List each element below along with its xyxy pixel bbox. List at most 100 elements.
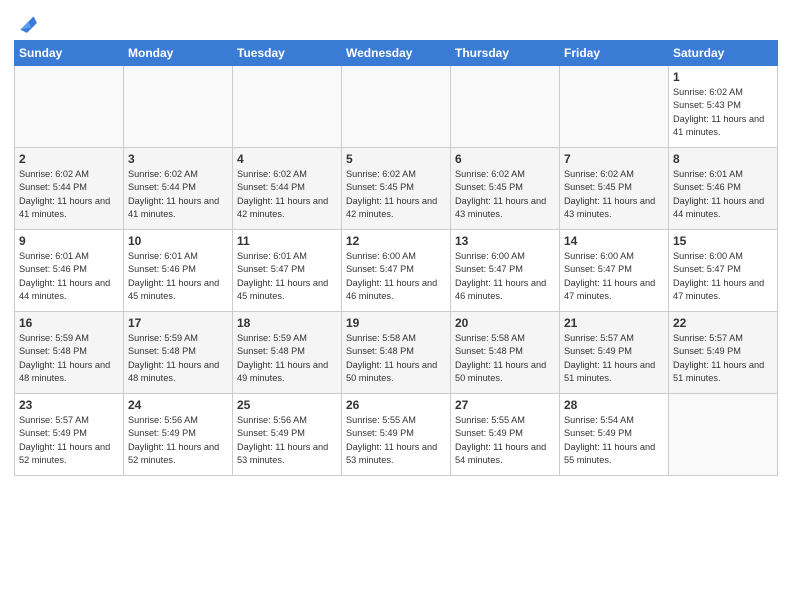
day-info: Sunrise: 6:02 AM Sunset: 5:44 PM Dayligh… xyxy=(19,168,119,221)
calendar-cell xyxy=(124,66,233,148)
weekday-header-thursday: Thursday xyxy=(451,41,560,66)
day-number: 22 xyxy=(673,316,773,330)
calendar-cell: 12 Sunrise: 6:00 AM Sunset: 5:47 PM Dayli… xyxy=(342,230,451,312)
calendar-week-row: 16 Sunrise: 5:59 AM Sunset: 5:48 PM Dayli… xyxy=(15,312,778,394)
calendar-cell: 4 Sunrise: 6:02 AM Sunset: 5:44 PM Daylig… xyxy=(233,148,342,230)
day-number: 26 xyxy=(346,398,446,412)
day-number: 4 xyxy=(237,152,337,166)
calendar-cell: 14 Sunrise: 6:00 AM Sunset: 5:47 PM Dayli… xyxy=(560,230,669,312)
day-info: Sunrise: 5:56 AM Sunset: 5:49 PM Dayligh… xyxy=(237,414,337,467)
day-info: Sunrise: 6:00 AM Sunset: 5:47 PM Dayligh… xyxy=(346,250,446,303)
day-info: Sunrise: 6:01 AM Sunset: 5:46 PM Dayligh… xyxy=(128,250,228,303)
calendar-cell xyxy=(233,66,342,148)
day-number: 28 xyxy=(564,398,664,412)
calendar-cell: 28 Sunrise: 5:54 AM Sunset: 5:49 PM Dayli… xyxy=(560,394,669,476)
calendar-cell xyxy=(342,66,451,148)
day-info: Sunrise: 6:01 AM Sunset: 5:46 PM Dayligh… xyxy=(673,168,773,221)
calendar-cell: 23 Sunrise: 5:57 AM Sunset: 5:49 PM Dayli… xyxy=(15,394,124,476)
weekday-header-saturday: Saturday xyxy=(669,41,778,66)
day-number: 20 xyxy=(455,316,555,330)
calendar-cell: 18 Sunrise: 5:59 AM Sunset: 5:48 PM Dayli… xyxy=(233,312,342,394)
calendar-week-row: 1 Sunrise: 6:02 AM Sunset: 5:43 PM Daylig… xyxy=(15,66,778,148)
calendar-cell: 16 Sunrise: 5:59 AM Sunset: 5:48 PM Dayli… xyxy=(15,312,124,394)
day-info: Sunrise: 6:02 AM Sunset: 5:43 PM Dayligh… xyxy=(673,86,773,139)
day-info: Sunrise: 6:01 AM Sunset: 5:47 PM Dayligh… xyxy=(237,250,337,303)
calendar-cell xyxy=(560,66,669,148)
day-number: 1 xyxy=(673,70,773,84)
calendar-cell xyxy=(669,394,778,476)
day-number: 16 xyxy=(19,316,119,330)
day-info: Sunrise: 6:02 AM Sunset: 5:44 PM Dayligh… xyxy=(128,168,228,221)
day-info: Sunrise: 5:59 AM Sunset: 5:48 PM Dayligh… xyxy=(19,332,119,385)
day-info: Sunrise: 5:54 AM Sunset: 5:49 PM Dayligh… xyxy=(564,414,664,467)
day-info: Sunrise: 6:02 AM Sunset: 5:44 PM Dayligh… xyxy=(237,168,337,221)
day-info: Sunrise: 5:59 AM Sunset: 5:48 PM Dayligh… xyxy=(237,332,337,385)
header xyxy=(14,10,778,34)
calendar-cell: 21Sunrise: 5:57 AM Sunset: 5:49 PM Dayli… xyxy=(560,312,669,394)
day-number: 6 xyxy=(455,152,555,166)
calendar-cell: 6 Sunrise: 6:02 AM Sunset: 5:45 PM Daylig… xyxy=(451,148,560,230)
day-number: 24 xyxy=(128,398,228,412)
calendar-cell: 7 Sunrise: 6:02 AM Sunset: 5:45 PM Daylig… xyxy=(560,148,669,230)
day-info: Sunrise: 5:57 AM Sunset: 5:49 PM Dayligh… xyxy=(19,414,119,467)
calendar-table: SundayMondayTuesdayWednesdayThursdayFrid… xyxy=(14,40,778,476)
calendar-week-row: 23 Sunrise: 5:57 AM Sunset: 5:49 PM Dayli… xyxy=(15,394,778,476)
calendar-cell: 8 Sunrise: 6:01 AM Sunset: 5:46 PM Daylig… xyxy=(669,148,778,230)
day-number: 25 xyxy=(237,398,337,412)
calendar-week-row: 9 Sunrise: 6:01 AM Sunset: 5:46 PM Daylig… xyxy=(15,230,778,312)
calendar-cell: 5 Sunrise: 6:02 AM Sunset: 5:45 PM Daylig… xyxy=(342,148,451,230)
day-number: 27 xyxy=(455,398,555,412)
calendar-cell: 1 Sunrise: 6:02 AM Sunset: 5:43 PM Daylig… xyxy=(669,66,778,148)
calendar-cell: 26 Sunrise: 5:55 AM Sunset: 5:49 PM Dayli… xyxy=(342,394,451,476)
calendar-cell: 22 Sunrise: 5:57 AM Sunset: 5:49 PM Dayli… xyxy=(669,312,778,394)
day-info: Sunrise: 5:55 AM Sunset: 5:49 PM Dayligh… xyxy=(455,414,555,467)
day-info: Sunrise: 6:00 AM Sunset: 5:47 PM Dayligh… xyxy=(455,250,555,303)
logo-icon xyxy=(16,12,38,34)
calendar-cell: 11Sunrise: 6:01 AM Sunset: 5:47 PM Dayli… xyxy=(233,230,342,312)
day-info: Sunrise: 6:00 AM Sunset: 5:47 PM Dayligh… xyxy=(673,250,773,303)
calendar-cell: 15 Sunrise: 6:00 AM Sunset: 5:47 PM Dayli… xyxy=(669,230,778,312)
day-number: 17 xyxy=(128,316,228,330)
day-number: 5 xyxy=(346,152,446,166)
day-number: 23 xyxy=(19,398,119,412)
weekday-header-tuesday: Tuesday xyxy=(233,41,342,66)
day-number: 13 xyxy=(455,234,555,248)
weekday-header-wednesday: Wednesday xyxy=(342,41,451,66)
weekday-header-monday: Monday xyxy=(124,41,233,66)
day-number: 14 xyxy=(564,234,664,248)
day-info: Sunrise: 5:57 AM Sunset: 5:49 PM Dayligh… xyxy=(673,332,773,385)
day-info: Sunrise: 6:02 AM Sunset: 5:45 PM Dayligh… xyxy=(346,168,446,221)
calendar-cell: 9Sunrise: 6:01 AM Sunset: 5:46 PM Daylig… xyxy=(15,230,124,312)
day-info: Sunrise: 6:02 AM Sunset: 5:45 PM Dayligh… xyxy=(564,168,664,221)
day-info: Sunrise: 6:02 AM Sunset: 5:45 PM Dayligh… xyxy=(455,168,555,221)
weekday-header-sunday: Sunday xyxy=(15,41,124,66)
day-info: Sunrise: 5:58 AM Sunset: 5:48 PM Dayligh… xyxy=(455,332,555,385)
calendar-cell: 13 Sunrise: 6:00 AM Sunset: 5:47 PM Dayli… xyxy=(451,230,560,312)
calendar-cell: 27 Sunrise: 5:55 AM Sunset: 5:49 PM Dayli… xyxy=(451,394,560,476)
day-info: Sunrise: 5:55 AM Sunset: 5:49 PM Dayligh… xyxy=(346,414,446,467)
day-number: 19 xyxy=(346,316,446,330)
day-number: 8 xyxy=(673,152,773,166)
day-number: 15 xyxy=(673,234,773,248)
day-number: 21 xyxy=(564,316,664,330)
calendar-cell: 24Sunrise: 5:56 AM Sunset: 5:49 PM Dayli… xyxy=(124,394,233,476)
day-info: Sunrise: 5:58 AM Sunset: 5:48 PM Dayligh… xyxy=(346,332,446,385)
calendar-cell: 3 Sunrise: 6:02 AM Sunset: 5:44 PM Daylig… xyxy=(124,148,233,230)
calendar-cell: 20 Sunrise: 5:58 AM Sunset: 5:48 PM Dayli… xyxy=(451,312,560,394)
day-number: 9 xyxy=(19,234,119,248)
calendar-cell xyxy=(451,66,560,148)
weekday-header-friday: Friday xyxy=(560,41,669,66)
day-number: 2 xyxy=(19,152,119,166)
day-number: 3 xyxy=(128,152,228,166)
day-number: 12 xyxy=(346,234,446,248)
day-number: 7 xyxy=(564,152,664,166)
day-info: Sunrise: 6:00 AM Sunset: 5:47 PM Dayligh… xyxy=(564,250,664,303)
calendar-cell: 19 Sunrise: 5:58 AM Sunset: 5:48 PM Dayli… xyxy=(342,312,451,394)
page: SundayMondayTuesdayWednesdayThursdayFrid… xyxy=(0,0,792,486)
calendar-cell: 17Sunrise: 5:59 AM Sunset: 5:48 PM Dayli… xyxy=(124,312,233,394)
day-number: 18 xyxy=(237,316,337,330)
calendar-cell: 2 Sunrise: 6:02 AM Sunset: 5:44 PM Daylig… xyxy=(15,148,124,230)
calendar-week-row: 2 Sunrise: 6:02 AM Sunset: 5:44 PM Daylig… xyxy=(15,148,778,230)
logo xyxy=(14,14,38,34)
calendar-cell: 25 Sunrise: 5:56 AM Sunset: 5:49 PM Dayli… xyxy=(233,394,342,476)
